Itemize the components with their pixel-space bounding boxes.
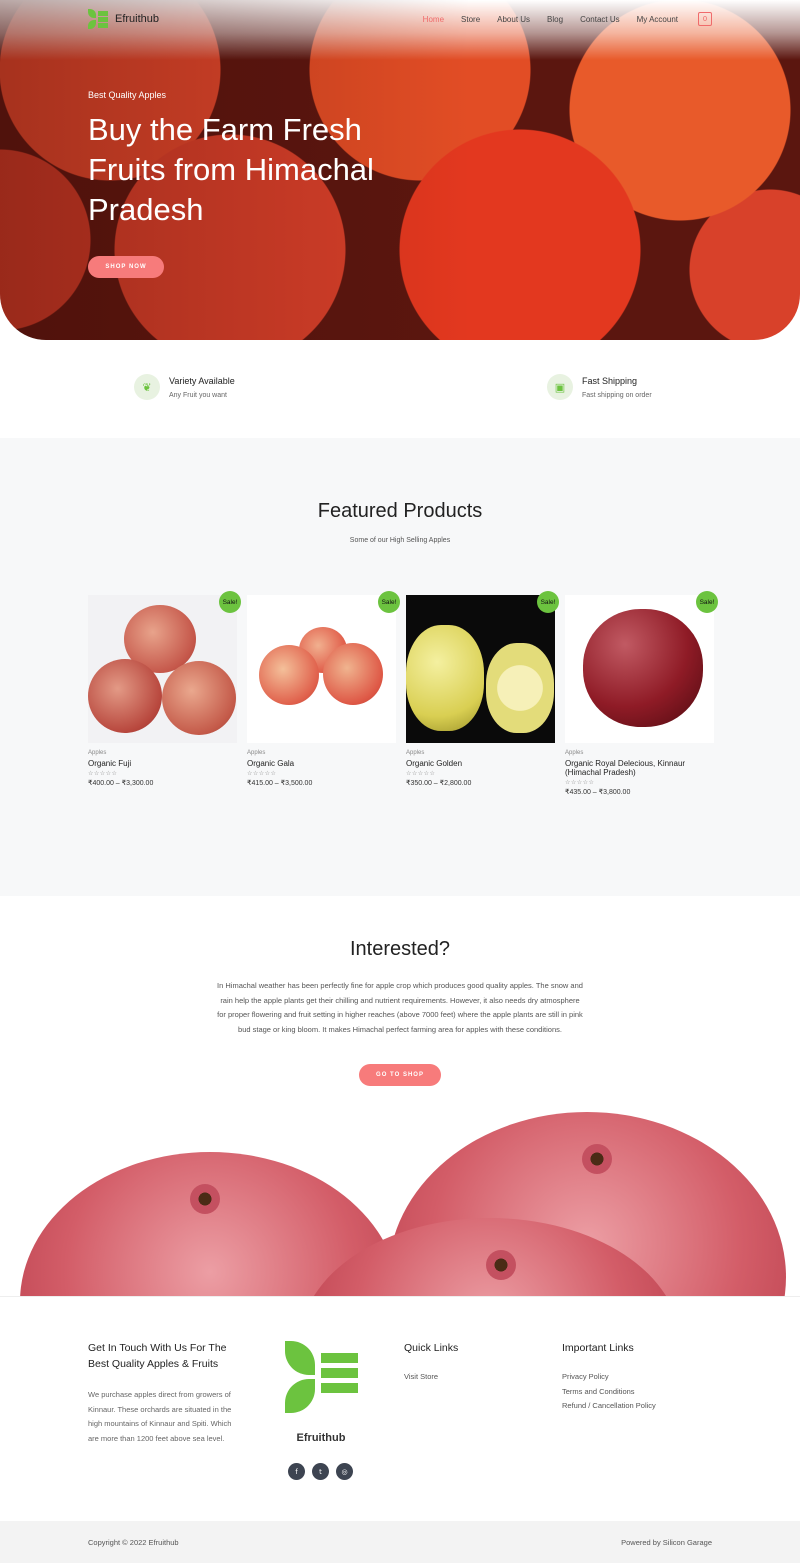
- footer-brand: Efruithub: [296, 1432, 346, 1444]
- product-card[interactable]: Sale! Apples Organic Fuji ☆☆☆☆☆ ₹400.00 …: [88, 591, 241, 796]
- rating-stars-icon: ☆☆☆☆☆: [247, 770, 277, 777]
- product-image[interactable]: [565, 595, 714, 743]
- footer-contact-text: We purchase apples direct from growers o…: [88, 1390, 232, 1443]
- features-strip: ❦ Variety Available Any Fruit you want ▣…: [0, 340, 800, 438]
- sale-badge: Sale!: [219, 591, 241, 613]
- hero-banner: Efruithub Home Store About Us Blog Conta…: [0, 0, 800, 340]
- rating-stars-icon: ☆☆☆☆☆: [88, 770, 118, 777]
- product-category: Apples: [88, 750, 107, 756]
- product-price: ₹350.00 – ₹2,800.00: [406, 780, 472, 787]
- nav-account[interactable]: My Account: [637, 15, 678, 24]
- featured-products-section: Featured Products Some of our High Selli…: [0, 438, 800, 896]
- main-menu: Home Store About Us Blog Contact Us My A…: [423, 12, 712, 26]
- social-links: f t ◎: [288, 1463, 353, 1480]
- bottom-bar: Copyright © 2022 Efruithub Powered by Si…: [0, 1521, 800, 1563]
- interested-text: In Himachal weather has been perfectly f…: [217, 981, 583, 1034]
- interested-section: Interested? In Himachal weather has been…: [0, 896, 800, 1296]
- important-links-heading: Important Links: [562, 1342, 634, 1354]
- feature-title: Variety Available: [169, 375, 235, 386]
- logo-icon: [88, 9, 108, 29]
- feature-title: Fast Shipping: [582, 375, 638, 386]
- product-image[interactable]: [88, 595, 237, 743]
- link-terms[interactable]: Terms and Conditions: [562, 1385, 656, 1400]
- product-card[interactable]: Sale! Apples Organic Royal Delecious, Ki…: [565, 591, 718, 796]
- link-visit-store[interactable]: Visit Store: [404, 1370, 458, 1385]
- product-name[interactable]: Organic Royal Delecious, Kinnaur (Himach…: [565, 759, 714, 777]
- shop-now-button[interactable]: SHOP NOW: [88, 256, 164, 278]
- apple-stem: [582, 1144, 612, 1174]
- footer-important-links: Important Links Privacy Policy Terms and…: [562, 1340, 656, 1414]
- sale-badge: Sale!: [696, 591, 718, 613]
- copyright-text: Copyright © 2022 Efruithub: [88, 1537, 179, 1547]
- sale-badge: Sale!: [537, 591, 559, 613]
- product-price: ₹435.00 – ₹3,800.00: [565, 789, 631, 796]
- product-price: ₹415.00 – ₹3,500.00: [247, 780, 313, 787]
- cart-icon[interactable]: 0: [698, 12, 712, 26]
- footer-logo-icon: [285, 1341, 359, 1413]
- feature-variety: ❦ Variety Available Any Fruit you want: [134, 374, 235, 400]
- product-category: Apples: [565, 750, 584, 756]
- product-category: Apples: [406, 750, 425, 756]
- rating-stars-icon: ☆☆☆☆☆: [406, 770, 436, 777]
- powered-by-text[interactable]: Powered by Silicon Garage: [621, 1538, 712, 1547]
- product-card[interactable]: Sale! Apples Organic Golden ☆☆☆☆☆ ₹350.0…: [406, 591, 559, 796]
- product-image[interactable]: [247, 595, 396, 743]
- interested-title: Interested?: [349, 938, 451, 960]
- footer-contact: Get In Touch With Us For The Best Qualit…: [88, 1340, 238, 1446]
- link-privacy-policy[interactable]: Privacy Policy: [562, 1370, 656, 1385]
- nav-about[interactable]: About Us: [497, 15, 530, 24]
- featured-subtitle: Some of our High Selling Apples: [349, 537, 451, 544]
- product-grid: Sale! Apples Organic Fuji ☆☆☆☆☆ ₹400.00 …: [88, 591, 718, 796]
- feature-subtitle: Fast shipping on order: [582, 391, 652, 399]
- nav-blog[interactable]: Blog: [547, 15, 563, 24]
- go-to-shop-button[interactable]: GO TO SHOP: [359, 1064, 441, 1086]
- footer-quick-links: Quick Links Visit Store: [404, 1340, 458, 1385]
- hero-content: Best Quality Apples Buy the Farm Fresh F…: [88, 90, 418, 278]
- sale-badge: Sale!: [378, 591, 400, 613]
- leaf-icon: ❦: [134, 374, 160, 400]
- product-name[interactable]: Organic Fuji: [88, 759, 237, 768]
- apple-stem: [190, 1184, 220, 1214]
- instagram-icon[interactable]: ◎: [336, 1463, 353, 1480]
- product-image[interactable]: [406, 595, 555, 743]
- featured-title: Featured Products: [317, 500, 483, 522]
- hero-eyebrow: Best Quality Apples: [88, 90, 167, 100]
- nav-contact[interactable]: Contact Us: [580, 15, 620, 24]
- product-name[interactable]: Organic Gala: [247, 759, 396, 768]
- header-nav: Efruithub Home Store About Us Blog Conta…: [88, 8, 712, 30]
- product-price: ₹400.00 – ₹3,300.00: [88, 780, 154, 787]
- link-refund-policy[interactable]: Refund / Cancellation Policy: [562, 1399, 656, 1414]
- logo-text: Efruithub: [115, 13, 160, 25]
- nav-home[interactable]: Home: [423, 15, 444, 24]
- rating-stars-icon: ☆☆☆☆☆: [565, 779, 595, 786]
- product-category: Apples: [247, 750, 266, 756]
- box-icon: ▣: [547, 374, 573, 400]
- nav-store[interactable]: Store: [461, 15, 480, 24]
- product-card[interactable]: Sale! Apples Organic Gala ☆☆☆☆☆ ₹415.00 …: [247, 591, 400, 796]
- apple-stem: [486, 1250, 516, 1280]
- feature-shipping: ▣ Fast Shipping Fast shipping on order: [547, 374, 652, 400]
- footer-contact-heading: Get In Touch With Us For The Best Qualit…: [88, 1342, 227, 1370]
- site-logo[interactable]: Efruithub: [88, 9, 159, 29]
- site-footer: Get In Touch With Us For The Best Qualit…: [0, 1296, 800, 1521]
- quick-links-heading: Quick Links: [404, 1342, 459, 1354]
- facebook-icon[interactable]: f: [288, 1463, 305, 1480]
- product-name[interactable]: Organic Golden: [406, 759, 555, 768]
- twitter-icon[interactable]: t: [312, 1463, 329, 1480]
- hero-title: Buy the Farm Fresh Fruits from Himachal …: [88, 112, 374, 227]
- feature-subtitle: Any Fruit you want: [169, 391, 227, 399]
